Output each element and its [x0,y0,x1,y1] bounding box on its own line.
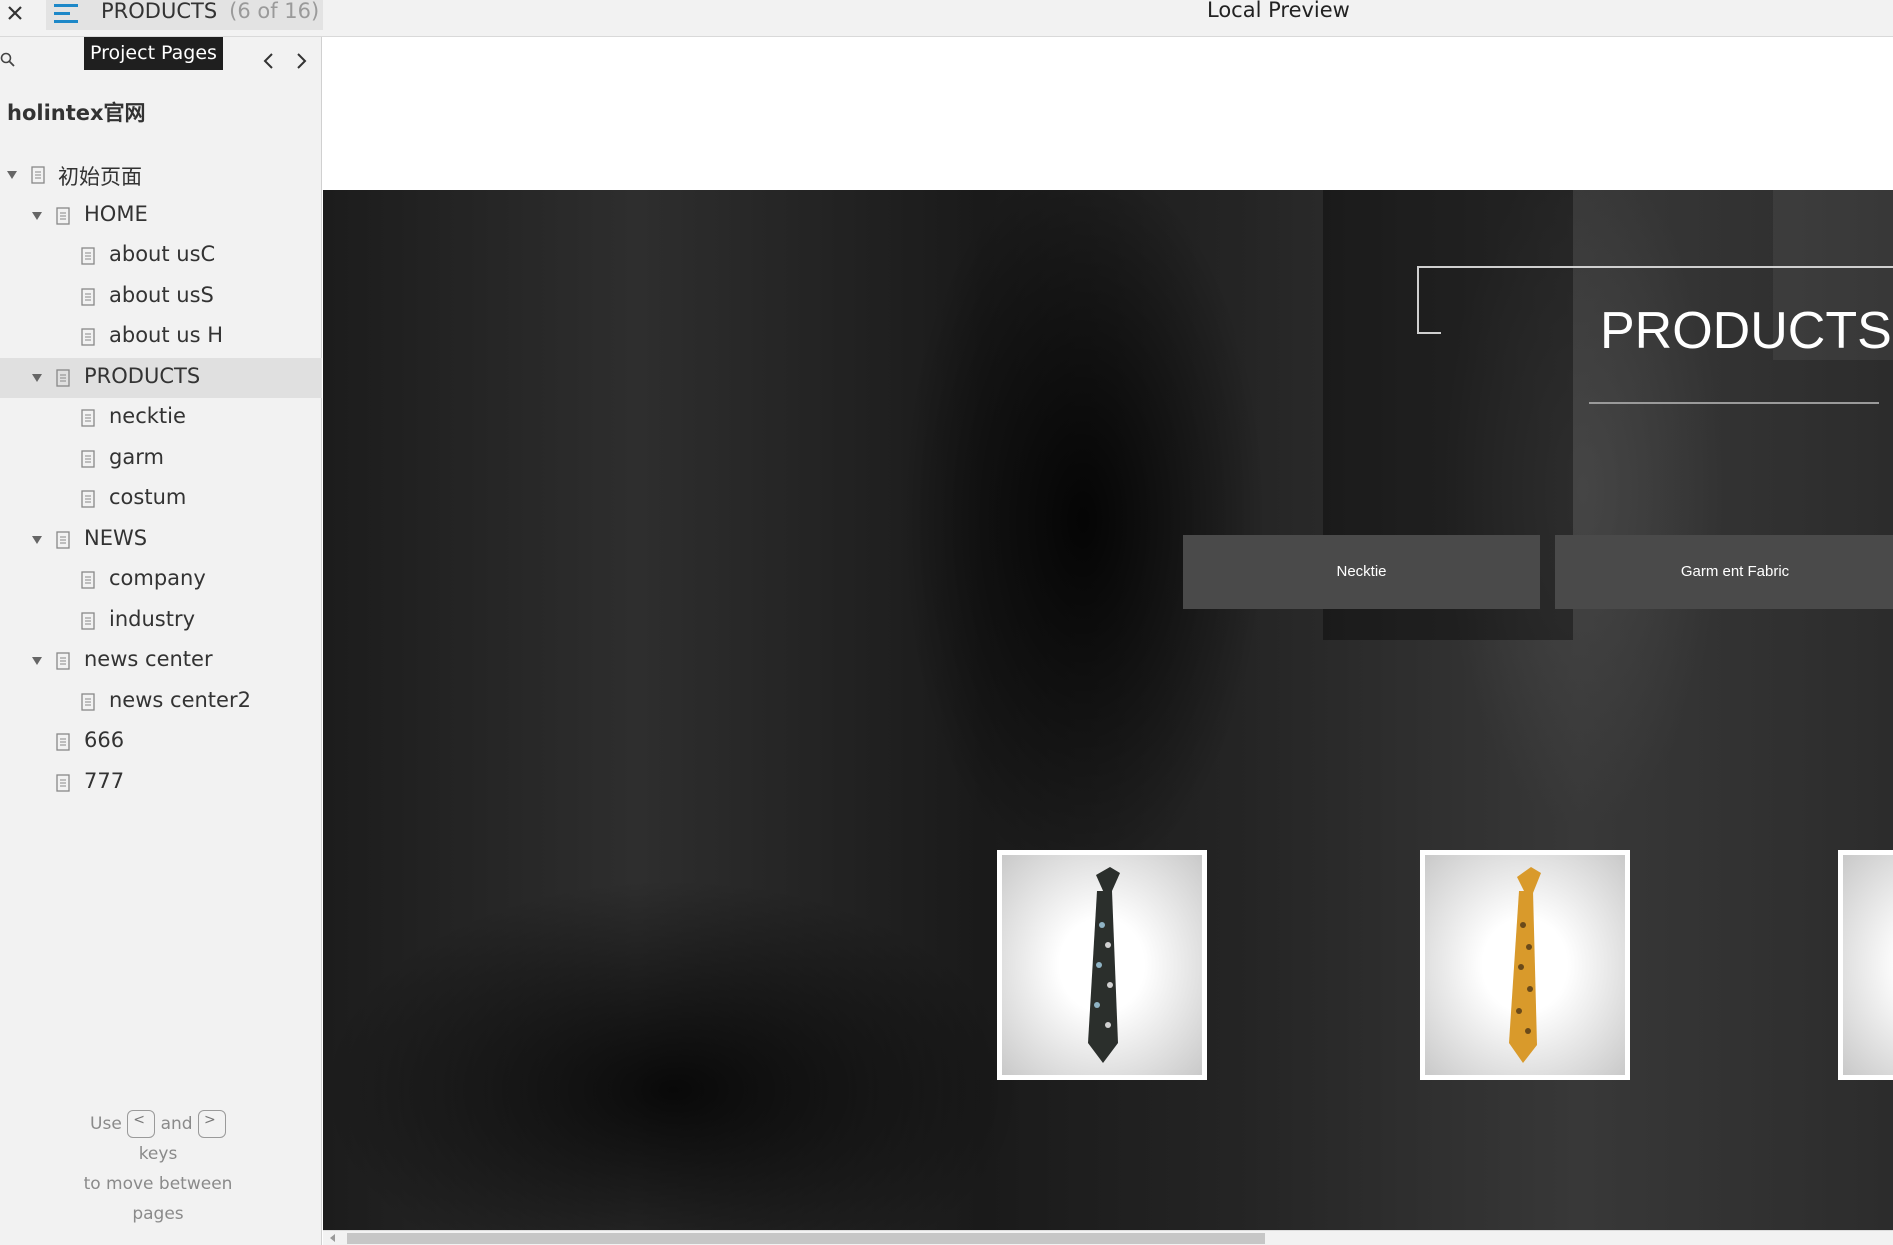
tree-item[interactable]: NEWS [0,520,322,561]
tree-item-label: PRODUCTS [84,363,201,388]
product-thumbnail[interactable] [1420,850,1630,1080]
tree-item-label: news center2 [109,687,251,712]
menu-icon [54,4,78,23]
page-icon [81,490,95,508]
tree-item[interactable]: garm [0,439,322,480]
necktie-image [1002,855,1202,1075]
tree-item[interactable]: costum [0,479,322,520]
tree-item-label: 初始页面 [58,165,142,189]
category-necktie-button[interactable]: Necktie [1183,535,1540,609]
project-pages-sidebar: Project Pages holintex官网 初始页面 HOME about u… [0,37,322,1245]
tree-item-label: about usS [109,282,214,307]
horizontal-scrollbar[interactable] [323,1230,1893,1245]
tree-item-label: garm [109,444,164,469]
key-right-icon: > [197,1110,226,1138]
tree-item-label: NEWS [84,525,148,550]
page-icon [81,611,95,630]
necktie-icon [1088,867,1120,1063]
expand-arrow-icon[interactable] [31,535,43,545]
page-icon [81,692,95,711]
tree-item-label: company [109,566,206,590]
necktie-image [1425,855,1625,1075]
tree-item-label: about usC [109,242,216,266]
page-icon [56,368,70,387]
expand-arrow-icon[interactable] [6,170,18,180]
scroll-left-icon[interactable] [328,1233,338,1243]
page-icon [81,409,95,427]
page-icon [31,166,45,184]
expand-arrow-icon[interactable] [31,656,43,666]
tree-item-label: industry [109,606,196,631]
close-icon[interactable] [4,2,26,24]
tree-item[interactable]: 666 [0,722,322,763]
chevron-left-icon[interactable] [258,49,280,73]
tree-item-label: costum [109,485,187,509]
tree-item[interactable]: PRODUCTS [0,357,322,398]
project-pages-tooltip: Project Pages [84,37,223,70]
chevron-right-icon[interactable] [290,49,312,73]
navigation-hint: Use < and > keys to move between pages [83,1110,233,1224]
tree-item[interactable]: about us H [0,317,322,358]
expand-arrow-icon[interactable] [31,211,43,221]
product-thumbnail[interactable] [1838,850,1893,1080]
tree-item[interactable]: news center2 [0,682,322,723]
tree-item-label: 777 [84,768,125,793]
tree-item[interactable]: industry [0,601,322,642]
heading-frame-corner [1417,332,1441,334]
top-bar: PRODUCTS (6 of 16) Local Preview [0,0,1893,37]
scrollbar-thumb[interactable] [347,1233,1265,1244]
page-icon [56,530,70,549]
tree-item[interactable]: news center [0,641,322,682]
tree-item-label: HOME [84,201,148,226]
expand-arrow-icon[interactable] [31,373,43,383]
page-icon [81,247,95,265]
page-icon [56,206,70,225]
tree-item[interactable]: 777 [0,763,322,804]
category-garment-fabric-button[interactable]: Garm ent Fabric [1555,535,1893,609]
page-icon [56,733,70,751]
tree-item[interactable]: 初始页面 [0,155,322,196]
current-page-title: PRODUCTS (6 of 16) [101,0,320,23]
preview-title: Local Preview [1207,0,1350,22]
page-tree: 初始页面 HOME about usC about usS about us H PROD… [0,155,322,803]
tree-item[interactable]: company [0,560,322,601]
tree-item-label: about us H [109,323,223,347]
product-image [1843,855,1893,1075]
page-icon [81,287,95,306]
product-thumbnail[interactable] [997,850,1207,1080]
tree-item-label: necktie [109,404,186,428]
page-icon [56,652,70,670]
heading-underline [1589,402,1879,404]
page-icon [81,449,95,468]
current-page-selector[interactable]: PRODUCTS (6 of 16) [46,0,323,30]
key-left-icon: < [127,1110,156,1138]
tree-item-label: news center [84,647,213,671]
project-name: holintex官网 [7,101,146,125]
products-heading: PRODUCTS [1600,302,1892,360]
tree-item[interactable]: HOME [0,196,322,237]
page-icon [56,773,70,792]
tree-item[interactable]: about usC [0,236,322,277]
necktie-icon [1509,867,1541,1063]
page-icon [81,571,95,589]
preview-canvas: PRODUCTS Necktie Garm ent Fabric [323,37,1893,1230]
page-icon [81,328,95,346]
tree-item-label: 666 [84,728,125,752]
page-count: (6 of 16) [229,0,320,23]
search-icon[interactable] [0,52,18,70]
tree-item[interactable]: about usS [0,277,322,318]
tree-item[interactable]: necktie [0,398,322,439]
